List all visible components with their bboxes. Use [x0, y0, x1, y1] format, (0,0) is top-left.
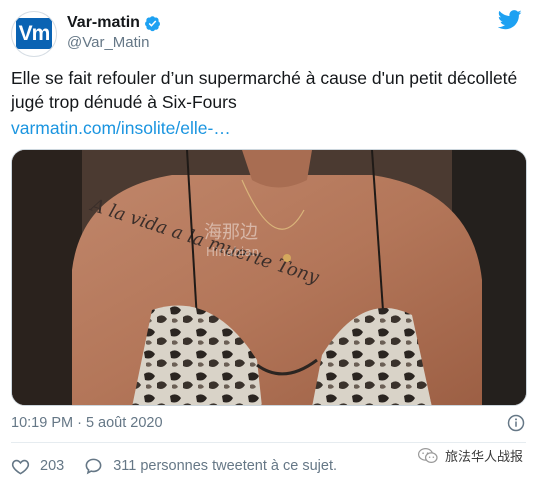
tweet-actions: 203 311 personnes tweetent à ce sujet.	[11, 456, 337, 476]
conversation-label: 311 personnes tweetent à ce sujet.	[113, 458, 338, 474]
name-row: Var-matin	[67, 13, 161, 33]
speech-bubble-icon[interactable]	[84, 457, 103, 476]
handle[interactable]: @Var_Matin	[67, 34, 149, 51]
avatar-logo: Vm	[16, 18, 52, 49]
heart-icon[interactable]	[11, 457, 30, 476]
divider	[11, 442, 526, 443]
watermark-text: 旅法华人战报	[444, 449, 523, 464]
avatar[interactable]: Vm	[11, 11, 57, 57]
photo-illustration: A la vida a la muerte Tony 海那边 Hinabian	[12, 150, 526, 405]
conversation-action[interactable]: 311 personnes tweetent à ce sujet.	[84, 457, 337, 476]
wechat-watermark: 旅法华人战报	[417, 446, 523, 465]
verified-badge-icon	[144, 15, 160, 31]
twitter-bird-icon[interactable]	[498, 10, 522, 30]
tweet-timestamp[interactable]: 10:19 PM · 5 août 2020	[11, 415, 163, 431]
tweet-media-photo[interactable]: A la vida a la muerte Tony 海那边 Hinabian	[11, 149, 527, 406]
svg-text:Hinabian: Hinabian	[206, 245, 259, 259]
photo-watermark: 海那边 Hinabian	[204, 222, 259, 259]
tweet-text: Elle se fait refouler d’un supermarché à…	[11, 68, 518, 112]
tweet-header: Vm Var-matin @Var_Matin	[11, 10, 524, 57]
svg-text:海那边: 海那边	[204, 222, 258, 243]
tweet-link[interactable]: varmatin.com/insolite/elle-…	[11, 116, 231, 140]
info-icon[interactable]	[507, 414, 525, 432]
display-name[interactable]: Var-matin	[67, 14, 140, 32]
like-count: 203	[40, 458, 65, 474]
like-action[interactable]: 203	[11, 457, 64, 476]
wechat-icon	[417, 447, 438, 463]
